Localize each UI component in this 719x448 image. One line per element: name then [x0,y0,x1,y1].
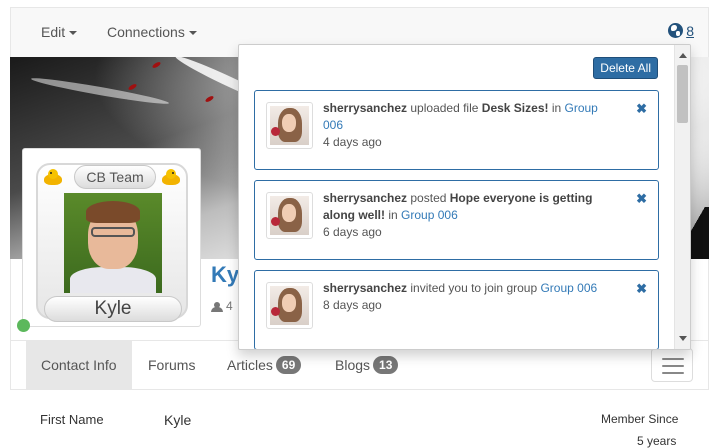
tab-articles-label: Articles [227,357,273,373]
notification-connector-text: in [548,101,565,115]
notification-action-text: uploaded file [407,101,482,115]
duck-icon [162,169,180,185]
scroll-up-arrow-icon[interactable] [679,53,687,58]
tab-contact-info[interactable]: Contact Info [26,341,132,389]
notification-action-text: posted [407,191,450,205]
notification-text: sherrysanchez posted Hope everyone is ge… [323,190,618,241]
member-since-value: 5 years [637,434,677,448]
notifications-dropdown: Delete All sherrysanchez uploaded file D… [238,44,691,350]
hamburger-icon [662,358,684,360]
profile-connections-count[interactable]: 4 [211,299,241,313]
notification-item: sherrysanchez invited you to join group … [254,270,659,349]
connections-menu-label: Connections [107,24,185,40]
close-icon[interactable]: ✖ [636,101,647,117]
edit-menu-label: Edit [41,24,66,40]
edit-menu[interactable]: Edit [41,24,78,40]
blogs-count-badge: 13 [373,356,399,374]
delete-all-button[interactable]: Delete All [593,57,658,79]
notification-action-text: invited you to join group [407,281,541,295]
chevron-down-icon [69,31,78,36]
tab-contact-info-label: Contact Info [41,357,117,373]
articles-count-badge: 69 [275,356,302,374]
avatar[interactable]: CB Team Kyle [22,148,201,327]
notification-time: 8 days ago [323,298,382,312]
close-icon[interactable]: ✖ [636,281,647,297]
avatar[interactable] [266,282,313,329]
notification-user-link[interactable]: sherrysanchez [323,281,407,295]
close-icon[interactable]: ✖ [636,191,647,207]
notification-user-link[interactable]: sherrysanchez [323,101,407,115]
notification-connector-text: in [385,208,402,222]
notification-text: sherrysanchez uploaded file Desk Sizes! … [323,100,618,151]
scroll-thumb[interactable] [677,65,688,123]
users-icon [211,302,223,312]
notification-time: 6 days ago [323,225,382,239]
connections-menu[interactable]: Connections [107,24,197,40]
notification-item: sherrysanchez uploaded file Desk Sizes! … [254,90,659,170]
member-since-label: Member Since [601,412,679,426]
tab-blogs-label: Blogs [335,357,371,373]
notification-item: sherrysanchez posted Hope everyone is ge… [254,180,659,260]
notification-text: sherrysanchez invited you to join group … [323,280,618,314]
dropdown-scrollbar[interactable] [674,45,690,349]
avatar[interactable] [266,102,313,149]
tab-forums[interactable]: Forums [133,341,210,389]
profile-name[interactable]: Kyle [211,262,241,288]
menu-toggle-button[interactable] [651,348,693,382]
notification-user-link[interactable]: sherrysanchez [323,191,407,205]
notification-group-link[interactable]: Group 006 [540,281,597,295]
notification-subject: Desk Sizes! [481,101,549,115]
team-badge: CB Team [74,165,156,189]
notification-count: 8 [686,23,694,39]
chevron-down-icon [188,31,197,36]
notifications-toggle[interactable]: 8 [668,23,694,39]
tab-forums-label: Forums [148,357,196,373]
first-name-value: Kyle [164,412,192,428]
avatar-name-pill: Kyle [44,296,182,322]
connections-count-value: 4 [226,299,233,313]
online-status-indicator [17,319,30,332]
avatar[interactable] [266,192,313,239]
profile-photo [64,193,162,293]
scroll-down-arrow-icon[interactable] [679,336,687,341]
first-name-label: First Name [40,412,104,427]
globe-icon [668,23,684,38]
notification-group-link[interactable]: Group 006 [401,208,458,222]
avatar-card: CB Team Kyle [36,163,188,322]
duck-icon [44,169,62,185]
notification-time: 4 days ago [323,135,382,149]
